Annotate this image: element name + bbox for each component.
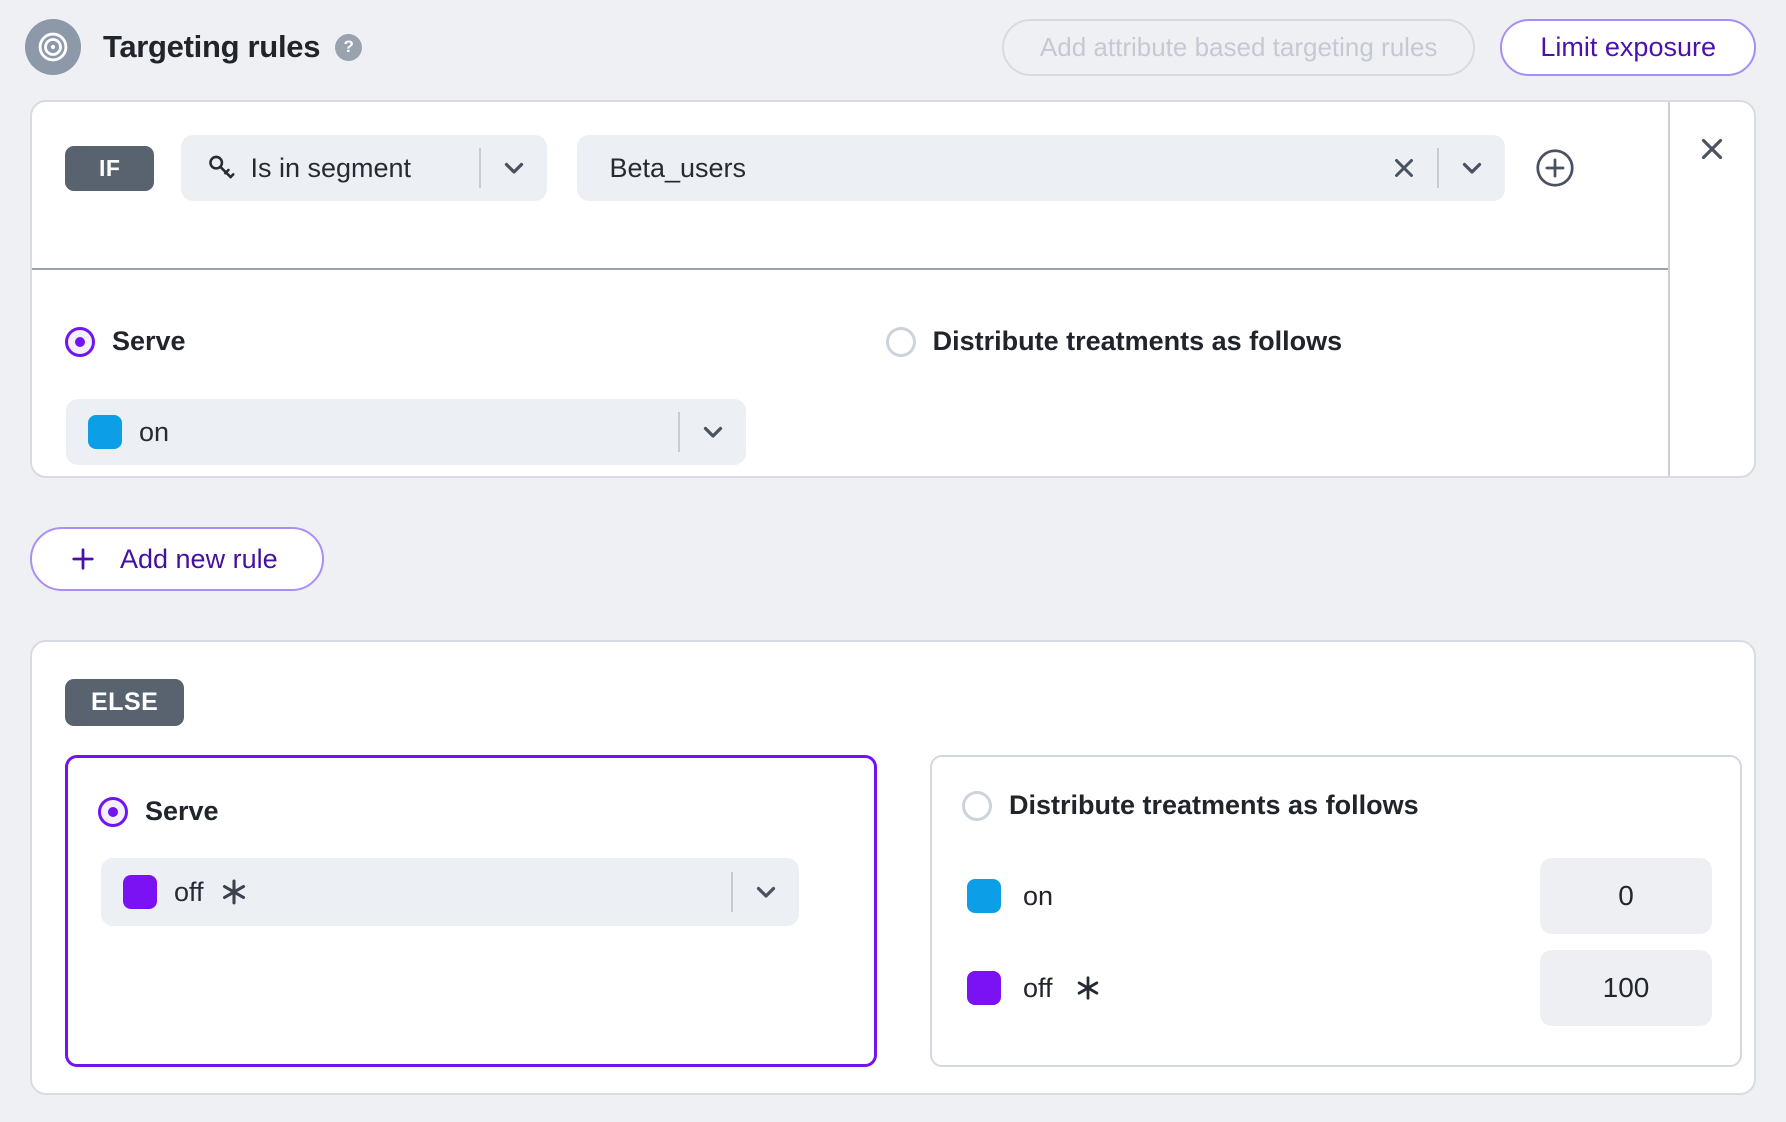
segment-value-select[interactable]: Beta_users	[577, 135, 1505, 201]
treatment-off-swatch	[967, 971, 1001, 1005]
serve-radio[interactable]	[65, 327, 95, 357]
matcher-select[interactable]: Is in segment	[181, 135, 547, 201]
else-distribute-radio[interactable]	[962, 791, 992, 821]
rule-condition-row: IF Is in segment Beta_	[65, 135, 1668, 201]
else-serve-option-label: Serve	[145, 796, 219, 827]
else-distribute-section: Distribute treatments as follows on 0 of…	[930, 755, 1742, 1067]
add-new-rule-label: Add new rule	[120, 544, 278, 575]
chevron-down-icon[interactable]	[733, 877, 799, 907]
else-treatment-select[interactable]: off	[101, 858, 799, 926]
clear-value-icon[interactable]	[1371, 153, 1437, 183]
default-treatment-asterisk-icon	[218, 876, 250, 908]
targeting-rule-card: IF Is in segment Beta_	[30, 100, 1756, 478]
distribute-option-label: Distribute treatments as follows	[933, 326, 1343, 357]
if-badge: IF	[65, 146, 154, 191]
else-serve-radio[interactable]	[98, 797, 128, 827]
targeting-rules-icon	[25, 19, 81, 75]
else-badge: ELSE	[65, 679, 184, 726]
default-rule-card: ELSE Serve off Distribute treatments as …	[30, 640, 1756, 1095]
plus-icon	[68, 544, 98, 574]
treatment-off-swatch	[123, 875, 157, 909]
percent-input-off[interactable]: 100	[1540, 950, 1712, 1026]
targeting-rules-header: Targeting rules ? Add attribute based ta…	[25, 18, 1756, 76]
serve-option[interactable]: Serve	[65, 326, 186, 357]
else-serve-section: Serve off	[65, 755, 877, 1067]
percent-input-on[interactable]: 0	[1540, 858, 1712, 934]
segment-value: Beta_users	[609, 153, 746, 184]
treatment-name: off	[174, 877, 204, 908]
matcher-label: Is in segment	[250, 153, 411, 184]
distribution-row-on: on 0	[967, 858, 1712, 934]
rule-card-side	[1670, 102, 1754, 476]
page-title: Targeting rules	[103, 29, 320, 65]
add-new-rule-button[interactable]: Add new rule	[30, 527, 324, 591]
treatment-select[interactable]: on	[66, 399, 746, 465]
distribution-row-off: off 100	[967, 950, 1712, 1026]
distribute-option[interactable]: Distribute treatments as follows	[886, 326, 1343, 357]
default-treatment-asterisk-icon	[1073, 973, 1103, 1003]
treatment-name: on	[139, 417, 169, 448]
add-attribute-rules-button[interactable]: Add attribute based targeting rules	[1002, 19, 1475, 76]
else-distribute-option-label: Distribute treatments as follows	[1009, 790, 1419, 821]
rule-section-divider	[32, 268, 1668, 270]
distribute-radio[interactable]	[886, 327, 916, 357]
limit-exposure-button[interactable]: Limit exposure	[1500, 19, 1756, 76]
chevron-down-icon[interactable]	[680, 417, 746, 447]
help-icon[interactable]: ?	[335, 34, 362, 61]
rule-card-main: IF Is in segment Beta_	[32, 102, 1670, 476]
treatment-on-swatch	[88, 415, 122, 449]
else-distribute-option[interactable]: Distribute treatments as follows	[962, 790, 1419, 821]
treatment-name: on	[1023, 881, 1053, 912]
treatment-on-swatch	[967, 879, 1001, 913]
serve-option-label: Serve	[112, 326, 186, 357]
else-serve-option[interactable]: Serve	[98, 796, 219, 827]
segment-key-icon	[205, 152, 237, 184]
chevron-down-icon[interactable]	[1439, 153, 1505, 183]
add-condition-icon[interactable]	[1533, 146, 1577, 190]
treatment-name: off	[1023, 973, 1053, 1004]
serve-options-row: Serve Distribute treatments as follows	[32, 326, 1668, 357]
delete-rule-icon[interactable]	[1695, 132, 1729, 171]
chevron-down-icon[interactable]	[481, 153, 547, 183]
